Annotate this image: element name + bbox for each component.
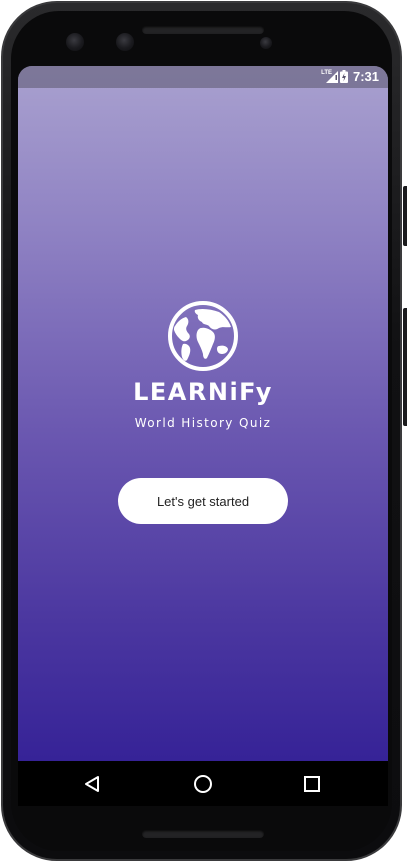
recents-button[interactable] [300,772,324,796]
globe-icon [168,301,238,371]
device-frame: LTE 7:31 LEARNiFy World History Quiz Let… [0,0,407,864]
back-button[interactable] [80,772,104,796]
power-button [403,186,407,246]
home-button[interactable] [191,772,215,796]
front-camera-right [116,33,134,51]
app-subtitle: World History Quiz [134,416,272,430]
get-started-button[interactable]: Let's get started [118,478,288,524]
screen: LTE 7:31 LEARNiFy World History Quiz Let… [18,66,388,806]
navigation-bar [18,761,388,806]
top-speaker [142,26,264,34]
splash-content: LEARNiFy World History Quiz Let's get st… [18,66,388,806]
back-icon [85,776,99,792]
home-icon [194,775,212,793]
proximity-sensor [260,37,272,49]
app-title: LEARNiFy [133,378,273,406]
volume-button [403,308,407,426]
front-camera-left [66,33,84,51]
recents-icon [304,776,320,792]
bottom-speaker [142,830,264,838]
